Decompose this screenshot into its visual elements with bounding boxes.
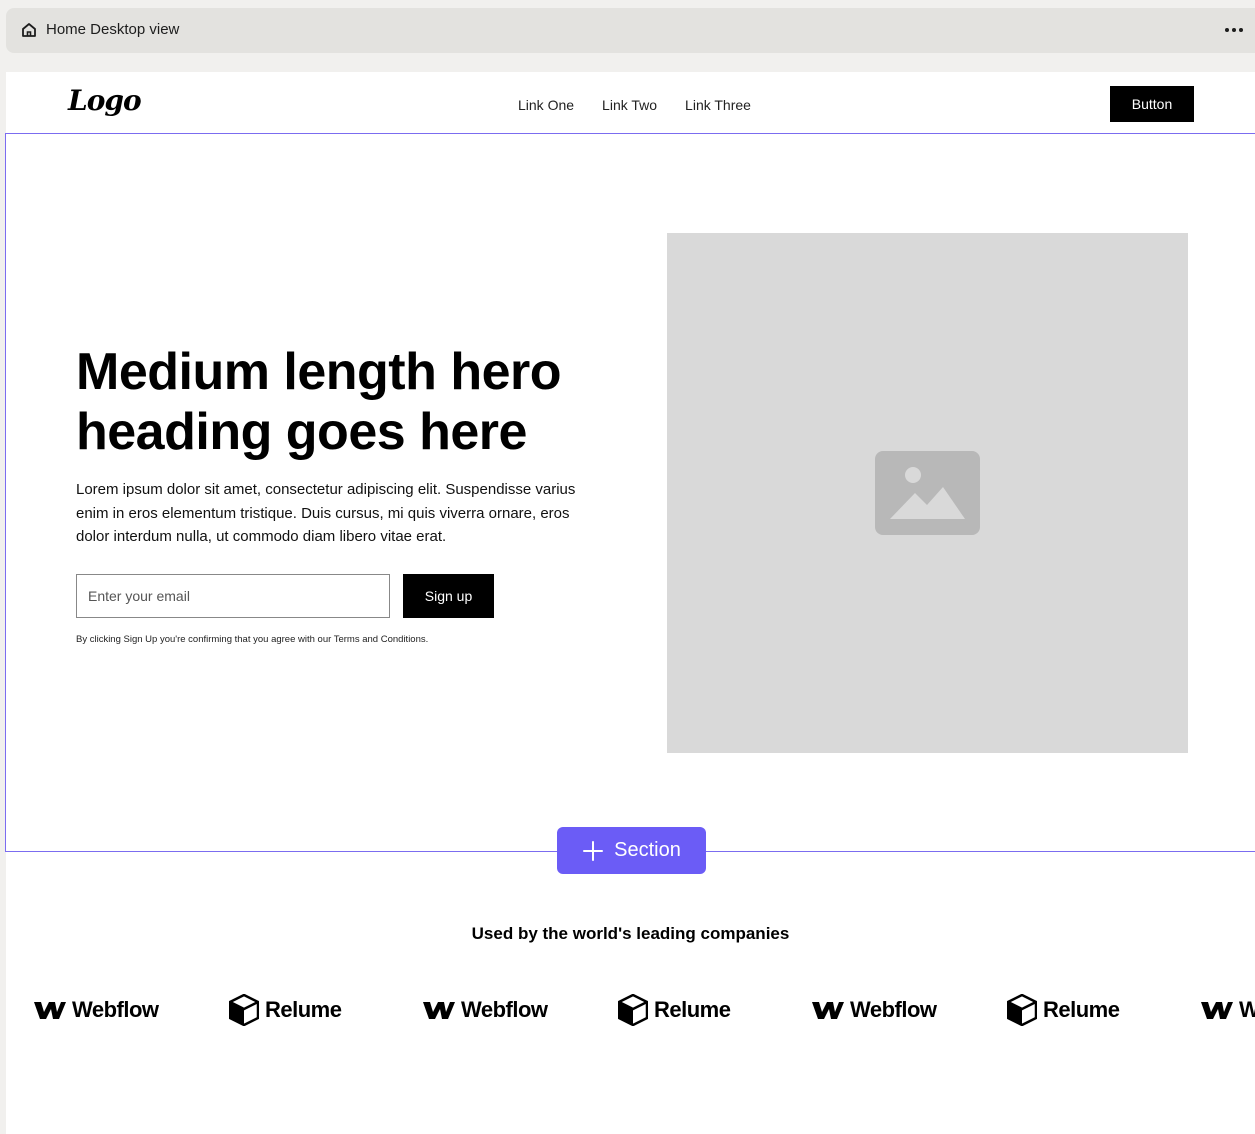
brand-name: Relume — [265, 997, 342, 1022]
brand-name: Relume — [654, 997, 731, 1022]
navbar: Logo Link One Link Two Link Three Button — [6, 72, 1255, 134]
brand-logo: Relume — [1007, 992, 1120, 1028]
relume-icon — [1007, 994, 1037, 1026]
terms-text: By clicking Sign Up you're confirming th… — [76, 634, 429, 645]
brand-logo: Relume — [618, 992, 731, 1028]
brand-name: Webflow — [850, 997, 937, 1022]
hero-heading: Medium length hero heading goes here — [76, 343, 562, 461]
page-toolbar: Home Desktop view — [6, 8, 1255, 53]
image-icon — [875, 451, 980, 535]
nav-link-two[interactable]: Link Two — [602, 97, 657, 113]
signup-button[interactable]: Sign up — [403, 574, 494, 618]
nav-link-three[interactable]: Link Three — [685, 97, 751, 113]
plus-icon — [582, 840, 604, 862]
brand-logo: Webflow — [34, 992, 159, 1028]
nav-link-one[interactable]: Link One — [518, 97, 574, 113]
hero-section[interactable]: Medium length hero heading goes here Lor… — [5, 133, 1255, 852]
more-options-icon[interactable] — [1225, 22, 1243, 38]
email-input[interactable] — [76, 574, 390, 618]
brand-name: Relume — [1043, 997, 1120, 1022]
logo[interactable]: Logo — [68, 84, 142, 117]
webflow-icon — [1201, 1002, 1233, 1019]
logo-strip: Webflow Relume Webflow Relume Webflow Re… — [34, 992, 1255, 1032]
nav-button[interactable]: Button — [1110, 86, 1194, 122]
logos-heading: Used by the world's leading companies — [471, 924, 790, 943]
design-canvas: Logo Link One Link Two Link Three Button… — [5, 72, 1255, 1134]
brand-logo: Webflow — [1201, 992, 1255, 1028]
hero-body: Lorem ipsum dolor sit amet, consectetur … — [76, 481, 576, 545]
brand-logo: Webflow — [423, 992, 548, 1028]
page-title: Home Desktop view — [46, 21, 180, 38]
webflow-icon — [812, 1002, 844, 1019]
webflow-icon — [34, 1002, 66, 1019]
nav-links: Link One Link Two Link Three — [518, 97, 751, 113]
brand-logo: Relume — [229, 992, 342, 1028]
add-section-label: Section — [614, 839, 681, 861]
add-section-button[interactable]: Section — [557, 827, 706, 874]
relume-icon — [618, 994, 648, 1026]
brand-logo: Webflow — [812, 992, 937, 1028]
brand-name: Webflow — [1239, 997, 1255, 1022]
webflow-icon — [423, 1002, 455, 1019]
home-icon[interactable] — [20, 21, 38, 39]
brand-name: Webflow — [461, 997, 548, 1022]
relume-icon — [229, 994, 259, 1026]
brand-name: Webflow — [72, 997, 159, 1022]
image-placeholder[interactable] — [667, 233, 1188, 753]
